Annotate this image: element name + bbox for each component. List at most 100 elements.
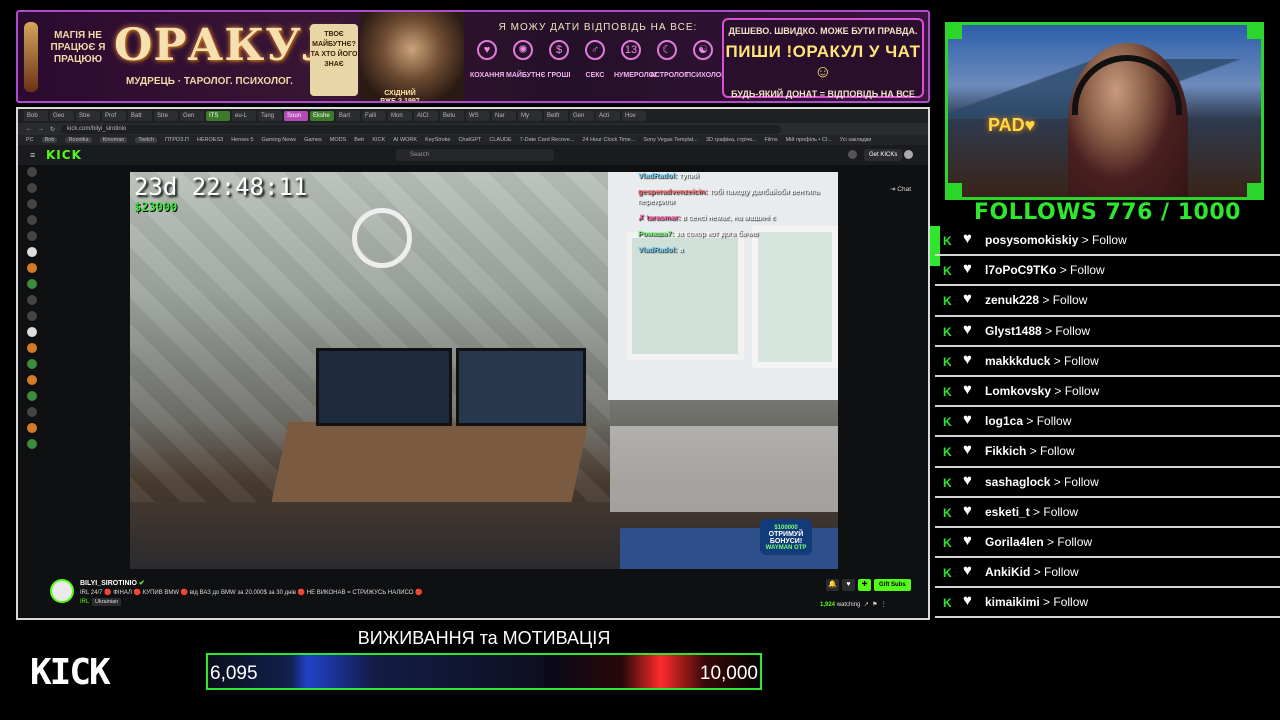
- reload-icon[interactable]: ↻: [50, 126, 55, 133]
- chat-username[interactable]: Ромаша7:: [638, 229, 674, 238]
- streamer-name-line[interactable]: BILYI_SIROTINIO ✔: [80, 579, 145, 587]
- chat-toggle-button[interactable]: ⇥ Chat: [890, 185, 911, 193]
- clips-icon[interactable]: [27, 215, 37, 225]
- follow-suffix: > Follow: [1054, 383, 1100, 398]
- bookmark-item[interactable]: Games: [304, 137, 322, 143]
- follow-heart-icon[interactable]: ♥: [842, 579, 855, 591]
- follow-entry: Glyst1488 > Follow: [985, 324, 1090, 338]
- get-kicks-button[interactable]: Get KICKs: [864, 149, 903, 161]
- browser-tab[interactable]: Batt: [128, 111, 152, 121]
- bookmark-item[interactable]: Twitch: [135, 137, 157, 143]
- channel-avatar[interactable]: [27, 375, 37, 385]
- channel-avatar[interactable]: [27, 343, 37, 353]
- notification-bell-icon[interactable]: 🔔: [826, 579, 839, 591]
- url-input[interactable]: kick.com/bilyi_sirotinio: [61, 124, 782, 134]
- browse-icon[interactable]: [27, 183, 37, 193]
- forward-icon[interactable]: →: [38, 126, 44, 132]
- bookmark-item[interactable]: Kinoman: [99, 137, 128, 143]
- channel-avatar[interactable]: [27, 279, 37, 289]
- browser-tab[interactable]: Bob: [24, 111, 48, 121]
- channel-avatar[interactable]: [27, 359, 37, 369]
- chat-username[interactable]: gesperadvenzeicin:: [638, 187, 708, 196]
- browser-tab[interactable]: My: [518, 111, 542, 121]
- chat-text: а: [679, 245, 684, 254]
- browser-tab[interactable]: ITS: [206, 111, 230, 121]
- following-icon[interactable]: [27, 199, 37, 209]
- browser-tab[interactable]: Nar: [492, 111, 516, 121]
- avatar[interactable]: [904, 150, 913, 159]
- browser-tab[interactable]: eu-L: [232, 111, 256, 121]
- home-icon[interactable]: [27, 167, 37, 177]
- bookmark-item[interactable]: ПТРОЗ.П: [165, 137, 189, 143]
- bookmark-item[interactable]: PC: [26, 137, 34, 143]
- heart-icon: ♥: [963, 562, 972, 580]
- bonus-button[interactable]: $100000 ОТРИМУЙ БОНУСИ! WAYMAN OTP: [760, 519, 812, 555]
- browser-tab[interactable]: Betu: [440, 111, 464, 121]
- bookmark-item[interactable]: Films: [764, 137, 777, 143]
- bookmark-item[interactable]: AI WORK: [393, 137, 417, 143]
- browser-tab[interactable]: Falli: [362, 111, 386, 121]
- channel-avatar[interactable]: [27, 311, 37, 321]
- browser-tab[interactable]: Soun: [284, 111, 308, 121]
- back-icon[interactable]: ←: [26, 126, 32, 132]
- channel-avatar[interactable]: [27, 295, 37, 305]
- bookmark-item[interactable]: Bob: [41, 137, 58, 143]
- bookmark-item[interactable]: KeyStroke: [425, 137, 450, 143]
- browser-tab[interactable]: Hov: [622, 111, 646, 121]
- browser-tab[interactable]: Acti: [596, 111, 620, 121]
- browser-tab[interactable]: AICI: [414, 111, 438, 121]
- bookmark-item[interactable]: 3D графіка, стрічк...: [706, 137, 756, 143]
- subscribe-icon[interactable]: ✚: [858, 579, 871, 591]
- kick-k-icon: K: [943, 505, 952, 520]
- scroll-card: ТВОЄ МАЙБУТНЄ? ТА ХТО ЙОГО ЗНАЄ: [310, 24, 358, 96]
- bookmark-item[interactable]: KICK: [372, 137, 385, 143]
- bookmark-item[interactable]: Betr: [354, 137, 364, 143]
- bookmark-item[interactable]: Gaming News: [262, 137, 297, 143]
- chat-username[interactable]: VladRadol:: [638, 245, 677, 254]
- bookmark-item[interactable]: Мій профіль • Cl...: [786, 137, 832, 143]
- stream-category[interactable]: IRL: [80, 599, 89, 605]
- channel-avatar[interactable]: [27, 439, 37, 449]
- follower-name: l7oPoC9TKo: [985, 263, 1057, 278]
- search-input[interactable]: Search: [396, 149, 554, 161]
- browser-tab[interactable]: Stre: [154, 111, 178, 121]
- bookmark-item[interactable]: 7-Date Card Recove...: [520, 137, 575, 143]
- browser-tab[interactable]: Bart: [336, 111, 360, 121]
- gift-subs-button[interactable]: Gift Subs: [874, 579, 911, 591]
- bookmark-item[interactable]: 24 Hour Clock Time...: [582, 137, 635, 143]
- bookmark-item[interactable]: Sony Vegas Templat...: [643, 137, 698, 143]
- heart-icon[interactable]: [27, 231, 37, 241]
- streamer-avatar[interactable]: [50, 579, 74, 603]
- channel-avatar[interactable]: [27, 407, 37, 417]
- browser-tab[interactable]: Prof: [102, 111, 126, 121]
- bookmark-item[interactable]: CLAUDE: [489, 137, 511, 143]
- kick-logo[interactable]: KICK: [46, 148, 82, 162]
- chat-username[interactable]: VladRadol:: [638, 171, 677, 180]
- bookmark-item[interactable]: MODS: [330, 137, 347, 143]
- channel-avatar[interactable]: [27, 327, 37, 337]
- browser-tab[interactable]: Gen: [180, 111, 204, 121]
- browser-tab[interactable]: Geo: [50, 111, 74, 121]
- bookmark-item[interactable]: HEROES3: [197, 137, 223, 143]
- channel-avatar[interactable]: [27, 391, 37, 401]
- browser-tab[interactable]: Gen: [570, 111, 594, 121]
- bookmark-item[interactable]: Rozetka: [65, 137, 92, 143]
- browser-tab[interactable]: Stre: [76, 111, 100, 121]
- browser-tab[interactable]: WS: [466, 111, 490, 121]
- heart-icon: ♥: [963, 531, 972, 549]
- stream-language-tag[interactable]: Ukrainian: [92, 598, 122, 606]
- bookmark-item[interactable]: Heroes 5: [231, 137, 253, 143]
- bookmark-item[interactable]: Усі закладки: [840, 137, 872, 143]
- chat-icon[interactable]: [848, 150, 857, 159]
- menu-icon[interactable]: ≡: [30, 150, 38, 160]
- browser-tab[interactable]: Tang: [258, 111, 282, 121]
- channel-avatar[interactable]: [27, 247, 37, 257]
- channel-avatar[interactable]: [27, 263, 37, 273]
- chat-username[interactable]: ✗ tarasmar:: [638, 213, 681, 222]
- browser-tab[interactable]: Betfr: [544, 111, 568, 121]
- browser-tab[interactable]: Ekshe: [310, 111, 334, 121]
- channel-avatar[interactable]: [27, 423, 37, 433]
- browser-tab[interactable]: Mon: [388, 111, 412, 121]
- heart-icon: ♥: [963, 260, 972, 278]
- bookmark-item[interactable]: ChatGPT: [458, 137, 481, 143]
